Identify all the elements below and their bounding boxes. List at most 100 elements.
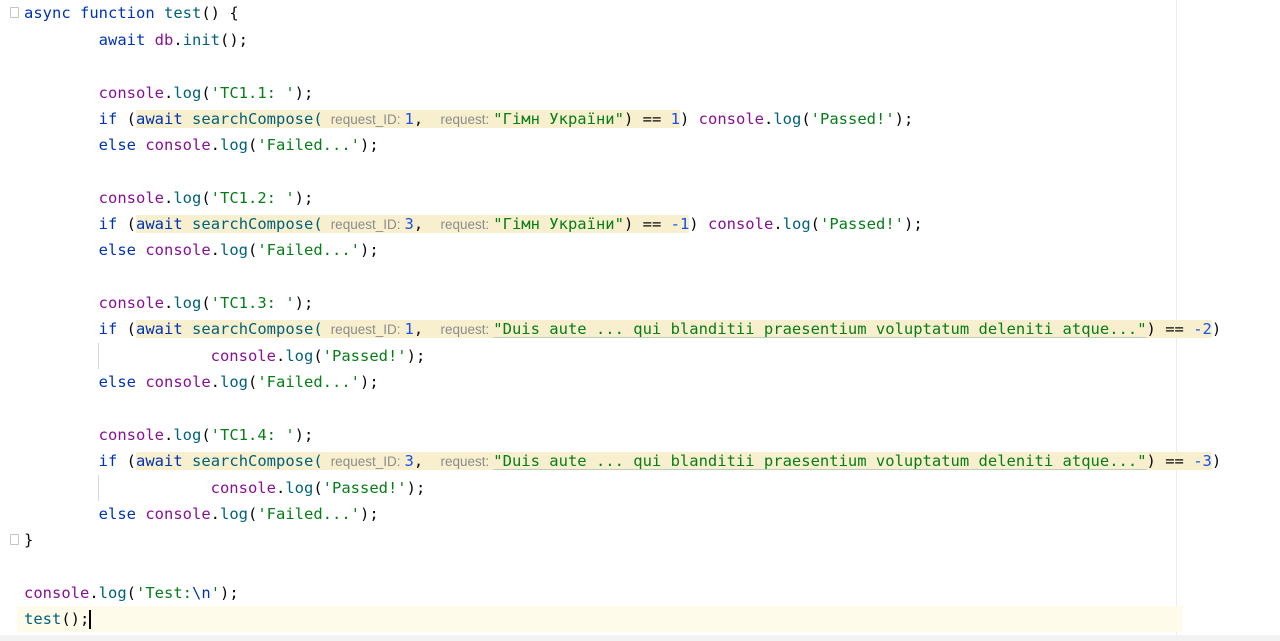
code-line-if-tc1-2[interactable]: if (await searchCompose(request_ID: 3, re… [24,211,1280,237]
keyword-else: else [98,241,136,259]
method-log: log [173,294,202,312]
keyword-else: else [98,136,136,154]
punctuation: (); [61,610,90,628]
punctuation: ); [360,373,379,391]
param-hint-request-id: request_ID: [330,217,401,232]
punctuation: ); [294,84,314,102]
code-line-if-tc1-1[interactable]: if (await searchCompose(request_ID: 1, re… [24,106,1280,132]
punctuation: ( [201,426,211,444]
string-literal: 'Passed!' [810,110,895,128]
keyword-if: if [98,215,118,233]
string-literal: "Duis aute ... qui blanditii praesentium… [493,320,1147,338]
function-call-test: test [24,610,62,628]
method-log: log [173,189,202,207]
string-literal: "Гімн України" [493,215,624,233]
punctuation: ); [894,110,914,128]
keyword-if: if [98,110,118,128]
string-literal: "Duis aute ... qui blanditii praesentium… [493,452,1147,470]
param-hint-request: request: [440,322,490,337]
method-log: log [285,347,314,365]
code-line-else-tc1-4[interactable]: else console.log('Failed...'); [24,501,1280,527]
fold-close-icon[interactable] [10,534,19,545]
punctuation: ( [801,110,811,128]
identifier-console: console [98,189,164,207]
punctuation: ); [904,215,923,233]
string-literal: "Гімн України" [493,110,624,128]
number-literal: -3 [1193,452,1212,470]
identifier-console: console [698,110,764,128]
code-line-1[interactable]: async function test() { [24,0,1280,26]
code-line-else-tc1-3[interactable]: else console.log('Failed...'); [24,369,1280,395]
punctuation: ( [126,215,137,233]
punctuation: ); [294,294,314,312]
code-line-passed-tc1-3[interactable]: console.log('Passed!'); [24,343,1280,369]
code-line-2[interactable]: await db.init(); [24,27,1280,53]
punctuation: ( [313,347,323,365]
method-log: log [173,426,202,444]
param-hint-request: request: [440,454,490,469]
code-line-log-tc1-3[interactable]: console.log('TC1.3: '); [24,290,1280,316]
punctuation: ( [248,241,258,259]
punctuation: . [763,110,774,128]
punctuation: ) [1211,320,1222,338]
highlighted-expression: await searchCompose(request_ID: 1, reques… [136,320,1212,338]
code-line-log-test[interactable]: console.log('Test:\n'); [24,580,1280,606]
param-hint-request-id: request_ID: [330,454,401,469]
identifier-console: console [707,215,774,233]
method-init: init [182,31,221,49]
punctuation: ( [126,320,137,338]
fold-open-icon[interactable] [10,7,19,18]
code-line-else-tc1-1[interactable]: else console.log('Failed...'); [24,132,1280,158]
punctuation: ) [679,110,690,128]
code-line-log-tc1-1[interactable]: console.log('TC1.1: '); [24,80,1280,106]
code-line-else-tc1-2[interactable]: else console.log('Failed...'); [24,237,1280,263]
keyword-await: await [136,110,183,128]
identifier-console: console [98,426,164,444]
punctuation: . [163,84,174,102]
string-literal: 'Failed...' [257,373,360,391]
punctuation: . [163,189,174,207]
code-line-passed-tc1-4[interactable]: console.log('Passed!'); [24,475,1280,501]
code-line-close-brace[interactable]: } [24,527,1280,553]
punctuation: ) [689,215,699,233]
param-hint-request: request: [440,217,490,232]
code-line-log-tc1-2[interactable]: console.log('TC1.2: '); [24,185,1280,211]
code-line-log-tc1-4[interactable]: console.log('TC1.4: '); [24,422,1280,448]
horizontal-scrollbar[interactable] [0,635,1280,641]
identifier-console: console [210,479,276,497]
identifier-console: console [210,347,276,365]
punctuation: , [413,215,424,233]
string-literal: 'Passed!' [322,479,407,497]
number-literal: 1 [404,320,414,338]
punctuation: ); [406,479,426,497]
punctuation: ( [248,373,258,391]
operator-equals: ) == [1146,452,1194,470]
code-line-if-tc1-4[interactable]: if (await searchCompose(request_ID: 3, re… [24,448,1280,474]
code-line-if-tc1-3[interactable]: if (await searchCompose(request_ID: 1, re… [24,316,1280,342]
punctuation: ( [201,294,211,312]
punctuation: , [413,110,424,128]
code-editor[interactable]: async function test() { await db.init();… [0,0,1280,641]
method-log: log [773,110,802,128]
method-log: log [285,479,314,497]
punctuation: ); [360,241,379,259]
method-log: log [220,505,248,523]
keyword-await: await [136,215,183,233]
function-name-test: test [164,4,202,22]
string-literal: 'TC1.4: ' [210,426,295,444]
operator-equals: ) == [623,110,671,128]
punctuation: ); [294,426,314,444]
escape-sequence: \n [192,584,211,602]
code-line-current[interactable]: test(); [17,606,1183,632]
identifier-console: console [145,373,211,391]
punctuation: . [773,215,783,233]
keyword-function: function [80,4,155,22]
number-literal: -2 [1193,320,1212,338]
punctuation: ); [360,136,379,154]
punctuation: , [413,320,424,338]
string-literal: 'Failed...' [257,505,360,523]
string-literal: 'Test: [136,584,193,602]
punctuation: . [163,294,174,312]
keyword-await: await [98,31,146,49]
operator-equals: ) == [1146,320,1194,338]
